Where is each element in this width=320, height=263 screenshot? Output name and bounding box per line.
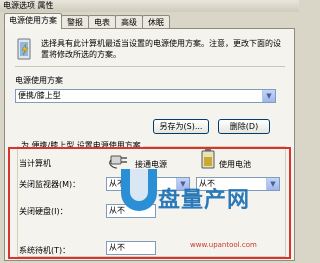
tab-alarms[interactable]: 警报: [61, 15, 89, 28]
tab-power-meter[interactable]: 电表: [88, 15, 116, 28]
power-scheme-icon: [17, 38, 31, 60]
divider: [15, 66, 285, 67]
power-scheme-select[interactable]: 便携/膝上型 ▼: [15, 89, 276, 103]
scheme-description: 选择具有此计算机最适当设置的电源使用方案。注意，更改下面的设置将修改所选的方案。: [41, 39, 281, 59]
save-as-button[interactable]: 另存为(S)...: [153, 119, 209, 134]
delete-button[interactable]: 删除(D): [218, 119, 270, 134]
tab-strip: 电源使用方案 警报 电表 高级 休眠: [4, 13, 296, 29]
power-scheme-value: 便携/膝上型: [18, 91, 61, 100]
tab-hibernate[interactable]: 休眠: [142, 15, 170, 28]
watermark-text: 盘量产网: [158, 188, 251, 213]
scheme-group-label: 电源使用方案: [15, 76, 63, 85]
watermark-logo-hole: [130, 169, 148, 201]
tab-advanced[interactable]: 高级: [115, 15, 143, 28]
tab-power-schemes[interactable]: 电源使用方案: [4, 13, 62, 29]
chevron-down-icon[interactable]: ▼: [262, 90, 275, 102]
window-title: 电源选项 属性: [0, 0, 299, 12]
watermark-url: www.upantool.com: [190, 241, 257, 249]
power-schemes-panel: 选择具有此计算机最适当设置的电源使用方案。注意，更改下面的设置将修改所选的方案。…: [4, 28, 295, 261]
